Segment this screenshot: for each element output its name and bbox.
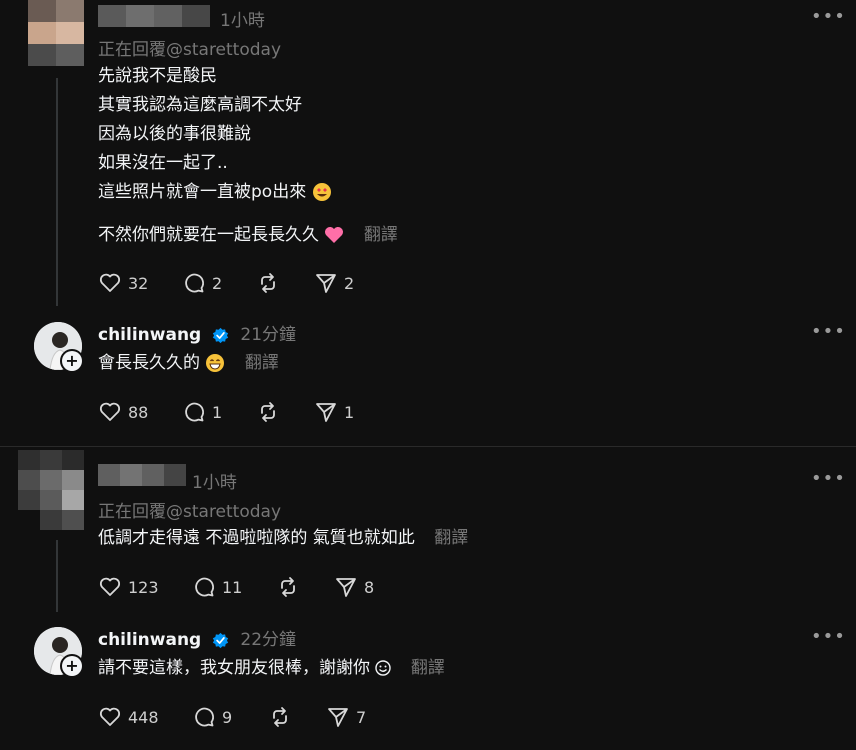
username[interactable]: chilinwang (98, 325, 201, 345)
thread-line (56, 78, 58, 306)
like-button[interactable]: 448 (98, 705, 159, 729)
blurred-avatar[interactable] (18, 450, 84, 530)
comment-text-row: 會長長久久的 翻譯 (98, 349, 279, 378)
reply-header: chilinwang 22分鐘 (98, 625, 296, 650)
reply-button[interactable]: 11 (192, 575, 242, 599)
more-icon[interactable]: ••• (811, 468, 846, 489)
repost-icon (261, 402, 275, 422)
like-count: 123 (128, 577, 159, 597)
comment-line: 如果沒在一起了.. (98, 153, 228, 173)
reply-button[interactable]: 1 (182, 400, 222, 424)
share-count: 8 (364, 577, 375, 597)
comment-text: 會長長久久的 (98, 353, 200, 373)
repost-icon (281, 577, 295, 597)
like-count: 88 (128, 402, 149, 422)
heart-icon (99, 577, 121, 596)
translate-link[interactable]: 翻譯 (245, 353, 279, 373)
thread-divider (0, 446, 856, 447)
repost-button[interactable] (256, 400, 280, 424)
smiling-face-emoji (375, 660, 392, 676)
repost-icon (273, 707, 287, 727)
follow-button[interactable]: + (60, 349, 84, 373)
blurred-username[interactable] (98, 5, 210, 27)
comment-line: 不然你們就要在一起長長久久 (98, 225, 319, 245)
comment-text-row: 低調才走得遠 不過啦啦隊的 氣質也就如此 翻譯 (98, 524, 468, 553)
comment-text: 低調才走得遠 不過啦啦隊的 氣質也就如此 (98, 528, 415, 548)
comment-line: 因為以後的事很難說 (98, 124, 251, 144)
comment-icon (185, 402, 204, 422)
share-count: 1 (344, 402, 355, 422)
share-icon (336, 578, 356, 597)
smiling-face-with-heart-eyes-emoji (312, 183, 331, 201)
translate-link[interactable]: 翻譯 (364, 225, 398, 245)
reply-count: 9 (222, 707, 233, 727)
thread-line (56, 540, 58, 612)
like-button[interactable]: 32 (98, 271, 148, 295)
comment-time: 22分鐘 (240, 630, 297, 650)
comment-time: 21分鐘 (240, 325, 297, 345)
share-icon (316, 274, 336, 293)
repost-button[interactable] (256, 271, 280, 295)
more-icon[interactable]: ••• (811, 626, 846, 647)
verified-icon (213, 632, 229, 649)
comment-text-row: 請不要這樣，我女朋友很棒，謝謝你 翻譯 (98, 654, 445, 683)
heart-icon (99, 707, 121, 726)
blurred-avatar[interactable] (28, 0, 84, 66)
verified-icon (213, 327, 229, 344)
grinning-face-emoji (206, 354, 225, 372)
translate-link[interactable]: 翻譯 (434, 528, 468, 548)
more-icon[interactable]: ••• (811, 321, 846, 342)
heart-icon (99, 402, 121, 421)
follow-plus-icon: + (62, 351, 82, 371)
reply-count: 1 (212, 402, 223, 422)
share-count: 7 (356, 707, 367, 727)
comment-text: 請不要這樣，我女朋友很棒，謝謝你 (98, 658, 370, 678)
blurred-username[interactable] (98, 464, 186, 486)
share-icon (328, 708, 348, 727)
follow-plus-icon: + (62, 656, 82, 676)
follow-button[interactable]: + (60, 654, 84, 678)
more-icon[interactable]: ••• (811, 6, 846, 27)
like-count: 32 (128, 273, 149, 293)
translate-link[interactable]: 翻譯 (411, 658, 445, 678)
comment-time: 1小時 (220, 11, 265, 31)
repost-button[interactable] (276, 575, 300, 599)
comment-icon (185, 273, 204, 293)
reply-to-label[interactable]: 正在回覆@starettoday (98, 35, 281, 60)
like-button[interactable]: 123 (98, 575, 159, 599)
comment-line: 其實我認為這麼高調不太好 (98, 95, 302, 115)
reply-button[interactable]: 9 (192, 705, 232, 729)
share-icon (316, 403, 336, 422)
repost-icon (261, 273, 275, 293)
heart-icon (99, 273, 121, 292)
share-button[interactable]: 2 (314, 271, 354, 295)
reply-count: 2 (212, 273, 223, 293)
like-button[interactable]: 88 (98, 400, 148, 424)
share-button[interactable]: 1 (314, 400, 354, 424)
reply-button[interactable]: 2 (182, 271, 222, 295)
pink-heart-emoji (325, 227, 344, 243)
username[interactable]: chilinwang (98, 630, 201, 650)
comment-time: 1小時 (192, 473, 237, 493)
comment-line: 這些照片就會一直被po出來 (98, 182, 307, 202)
share-button[interactable]: 8 (334, 575, 374, 599)
reply-header: chilinwang 21分鐘 (98, 320, 296, 345)
comment-icon (195, 577, 214, 597)
reply-count: 11 (222, 577, 243, 597)
comment-line-with-emoji: 這些照片就會一直被po出來 (98, 178, 332, 207)
repost-button[interactable] (268, 705, 292, 729)
comment-icon (195, 707, 214, 727)
share-button[interactable]: 7 (326, 705, 366, 729)
comment-line: 先說我不是酸民 (98, 66, 217, 86)
like-count: 448 (128, 707, 159, 727)
comment-last-line: 不然你們就要在一起長長久久 翻譯 (98, 221, 398, 250)
reply-to-label[interactable]: 正在回覆@starettoday (98, 497, 281, 522)
share-count: 2 (344, 273, 355, 293)
